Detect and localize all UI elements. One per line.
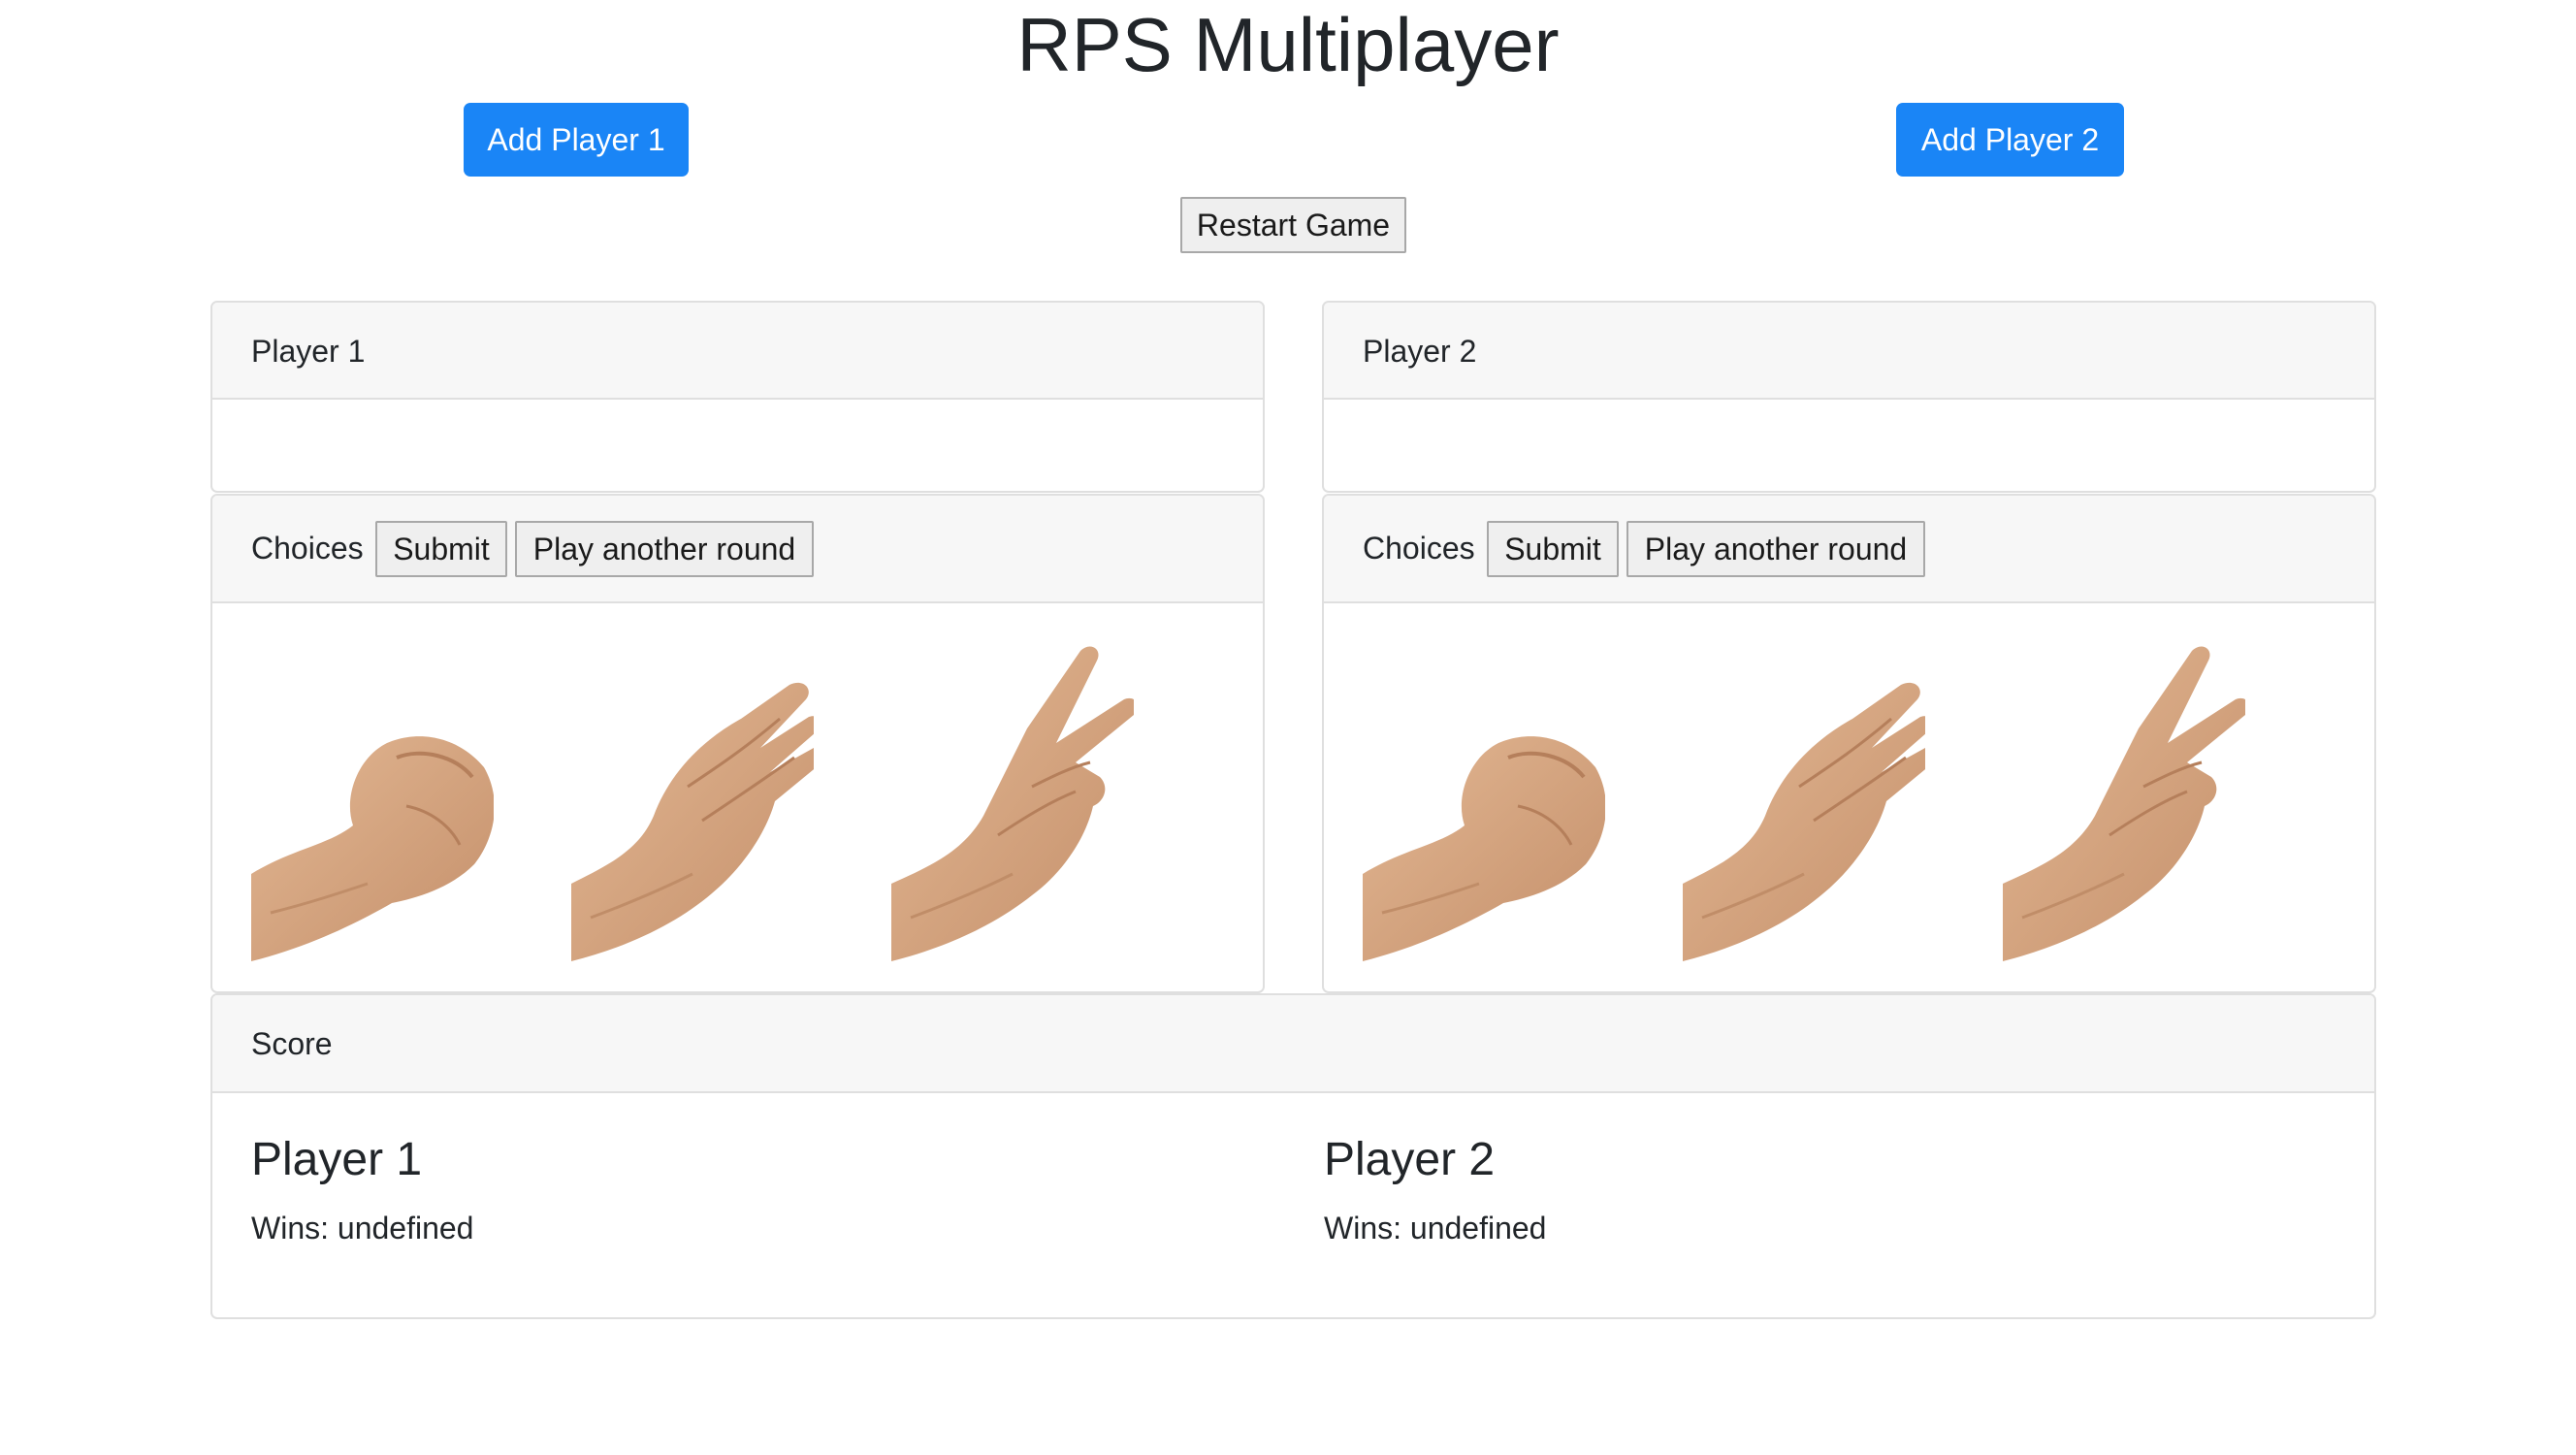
add-player-1-button[interactable]: Add Player 1 — [464, 103, 689, 177]
player-1-rock-choice[interactable] — [251, 641, 494, 961]
player-1-card: Player 1 — [210, 301, 1265, 493]
score-player-1-wins: Wins: undefined — [251, 1211, 473, 1246]
player-2-choices-header: Choices Submit Play another round — [1324, 496, 2374, 603]
player-1-play-another-round-button[interactable]: Play another round — [515, 521, 814, 577]
score-player-1-wins-value: undefined — [337, 1211, 474, 1245]
score-player-2-wins: Wins: undefined — [1324, 1211, 1546, 1246]
player-1-paper-choice[interactable] — [571, 641, 814, 961]
player-2-rock-choice[interactable] — [1363, 641, 1605, 961]
score-player-1-name: Player 1 — [251, 1134, 423, 1185]
player-2-choices-card: Choices Submit Play another round — [1322, 494, 2376, 993]
player-1-card-header: Player 1 — [212, 303, 1263, 400]
player-2-scissors-choice[interactable] — [2003, 641, 2245, 961]
score-header-label: Score — [251, 1026, 333, 1061]
player-2-choices-label: Choices — [1363, 531, 1475, 566]
player-2-submit-button[interactable]: Submit — [1487, 521, 1619, 577]
add-player-2-button[interactable]: Add Player 2 — [1896, 103, 2124, 177]
player-1-choices-header: Choices Submit Play another round — [212, 496, 1263, 603]
player-2-card: Player 2 — [1322, 301, 2376, 493]
score-card-header: Score — [212, 995, 2374, 1093]
player-1-choices-label: Choices — [251, 531, 364, 566]
score-player-2-name: Player 2 — [1324, 1134, 1496, 1185]
score-player-2-wins-value: undefined — [1409, 1211, 1547, 1245]
player-1-submit-button[interactable]: Submit — [375, 521, 507, 577]
player-1-header-label: Player 1 — [251, 334, 366, 369]
score-player-2-wins-label: Wins: — [1324, 1211, 1401, 1245]
player-2-card-header: Player 2 — [1324, 303, 2374, 400]
player-2-paper-choice[interactable] — [1683, 641, 1925, 961]
player-2-header-label: Player 2 — [1363, 334, 1477, 369]
player-2-play-another-round-button[interactable]: Play another round — [1626, 521, 1925, 577]
page-title: RPS Multiplayer — [1016, 2, 1560, 87]
player-1-choices-card: Choices Submit Play another round — [210, 494, 1265, 993]
restart-game-button[interactable]: Restart Game — [1180, 197, 1406, 253]
player-1-scissors-choice[interactable] — [891, 641, 1134, 961]
score-card: Score Player 1 Wins: undefined Player 2 … — [210, 993, 2376, 1319]
score-player-1-wins-label: Wins: — [251, 1211, 329, 1245]
